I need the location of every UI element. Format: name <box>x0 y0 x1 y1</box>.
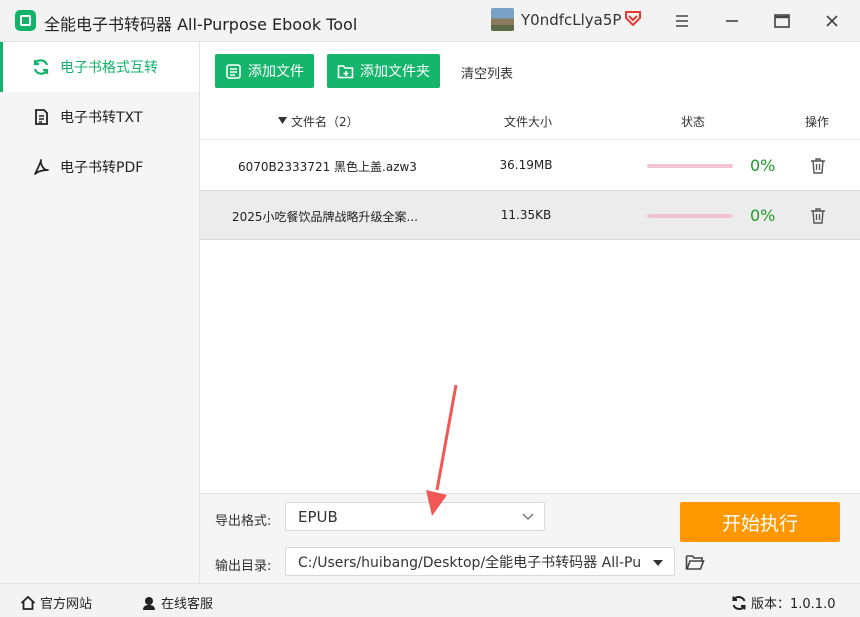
sidebar-item-label: 电子书转TXT <box>60 110 143 126</box>
trash-icon[interactable] <box>810 207 826 224</box>
column-header-size[interactable]: 文件大小 <box>504 113 552 130</box>
table-row[interactable]: 6070B2333721 黑色上盖.azw3 36.19MB 0% <box>200 141 860 191</box>
file-size: 36.19MB <box>499 158 553 172</box>
add-folder-label: 添加文件夹 <box>360 64 430 80</box>
sidebar-item-to-txt[interactable]: 电子书转TXT <box>0 92 199 142</box>
caret-down-icon <box>653 560 663 566</box>
refresh-icon <box>732 595 746 610</box>
online-support-label: 在线客服 <box>161 597 214 612</box>
file-name: 6070B2333721 黑色上盖.azw3 <box>238 160 417 174</box>
progress-bar <box>647 214 733 218</box>
output-dir-select[interactable]: C:/Users/huibang/Desktop/全能电子书转码器 All-Pu <box>285 547 675 576</box>
output-dir-value: C:/Users/huibang/Desktop/全能电子书转码器 All-Pu <box>298 554 642 571</box>
output-settings: 导出格式: EPUB 输出目录: C:/Users/huibang/Deskto… <box>200 493 860 583</box>
version-info: 版本：1.0.1.0 <box>731 593 835 612</box>
vip-diamond-icon[interactable] <box>624 10 642 26</box>
user-avatar[interactable] <box>491 8 514 31</box>
sort-desc-icon[interactable] <box>278 117 287 124</box>
sidebar-item-label: 电子书格式互转 <box>60 60 158 76</box>
format-value: EPUB <box>298 507 338 526</box>
table-row[interactable]: 2025小吃餐饮品牌战略升级全案... 11.35KB 0% <box>200 190 860 240</box>
status-bar: 官方网站 在线客服 版本：1.0.1.0 <box>0 583 860 617</box>
home-icon <box>20 595 36 610</box>
sidebar-item-format-convert[interactable]: 电子书格式互转 <box>0 42 199 92</box>
minimize-icon[interactable] <box>720 9 744 33</box>
column-header-action: 操作 <box>805 115 830 129</box>
sidebar-item-label: 电子书转PDF <box>60 160 144 176</box>
format-select[interactable]: EPUB <box>285 502 545 531</box>
sidebar-item-to-pdf[interactable]: 电子书转PDF <box>0 142 199 192</box>
start-button[interactable]: 开始执行 <box>680 502 840 542</box>
table-header: 文件名（2） 文件大小 状态 操作 <box>200 100 860 140</box>
add-file-button[interactable]: 添加文件 <box>215 54 314 88</box>
add-folder-icon <box>337 64 354 78</box>
file-size: 11.35KB <box>500 208 552 222</box>
document-icon <box>35 109 48 125</box>
close-icon[interactable] <box>820 9 844 33</box>
dir-label: 输出目录: <box>215 559 272 574</box>
add-file-label: 添加文件 <box>248 64 304 80</box>
title-bar: 全能电子书转码器 All-Purpose Ebook Tool Y0ndfcLl… <box>0 0 860 42</box>
maximize-icon[interactable] <box>770 9 794 33</box>
file-name: 2025小吃餐饮品牌战略升级全案... <box>232 210 418 224</box>
pdf-icon <box>34 159 49 175</box>
format-label: 导出格式: <box>215 514 272 529</box>
add-folder-button[interactable]: 添加文件夹 <box>327 54 440 88</box>
folder-open-icon[interactable] <box>685 554 705 571</box>
online-support-link[interactable]: 在线客服 <box>141 593 213 612</box>
support-agent-icon <box>143 596 155 610</box>
trash-icon[interactable] <box>810 157 826 174</box>
app-title: 全能电子书转码器 All-Purpose Ebook Tool <box>44 15 358 34</box>
version-label: 版本：1.0.1.0 <box>751 597 836 612</box>
sidebar: 电子书格式互转 电子书转TXT 电子书转PDF <box>0 42 200 583</box>
progress-percent: 0% <box>750 156 776 175</box>
progress-bar <box>647 164 733 168</box>
official-website-link[interactable]: 官方网站 <box>20 593 92 612</box>
refresh-icon <box>33 59 49 75</box>
username[interactable]: Y0ndfcLlya5P <box>521 11 621 29</box>
official-website-label: 官方网站 <box>40 597 93 612</box>
chevron-down-icon <box>522 513 534 520</box>
column-header-status: 状态 <box>681 115 706 129</box>
progress-percent: 0% <box>750 206 776 225</box>
menu-icon[interactable] <box>670 9 694 33</box>
app-logo-icon <box>15 10 36 31</box>
clear-list-button[interactable]: 清空列表 <box>461 63 513 82</box>
add-file-icon <box>226 63 241 79</box>
main-panel: 添加文件 添加文件夹 清空列表 文件名（2） 文件大小 状态 操作 6070B2… <box>200 42 860 493</box>
column-header-name[interactable]: 文件名（2） <box>291 113 359 130</box>
